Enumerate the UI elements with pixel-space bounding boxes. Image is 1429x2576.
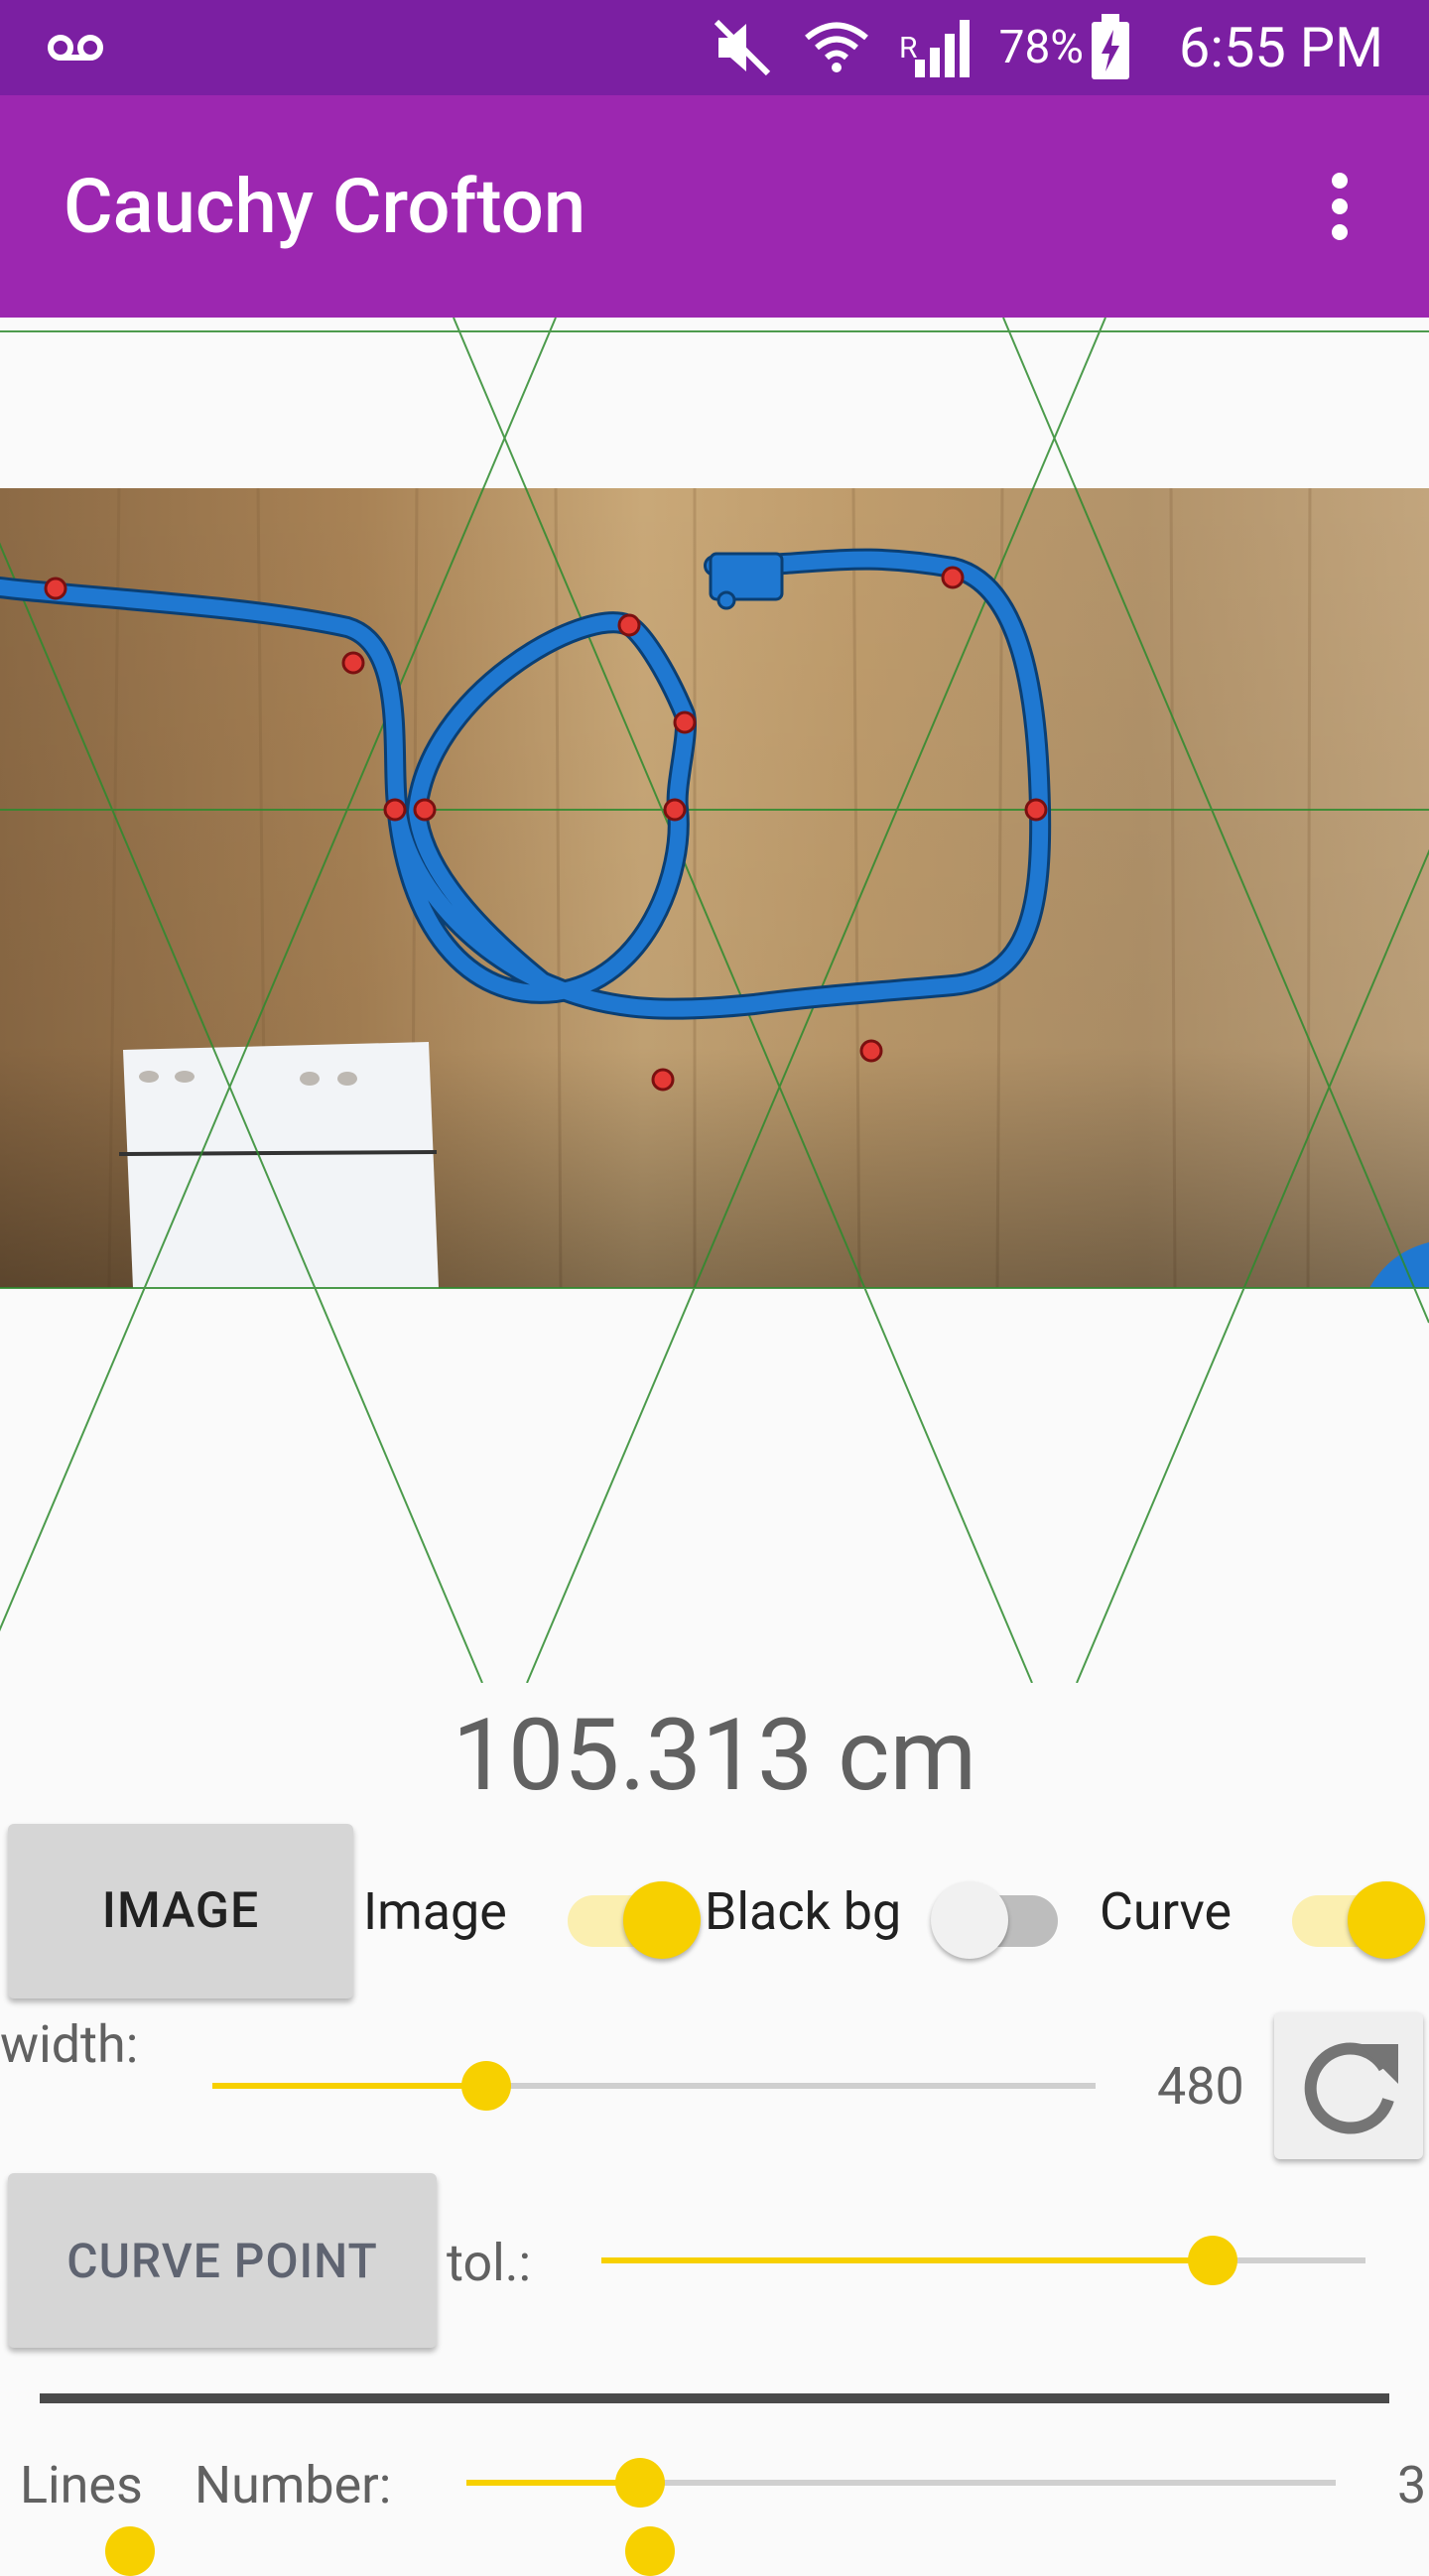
drawing-canvas[interactable] — [0, 318, 1429, 1683]
refresh-icon — [1304, 2042, 1398, 2134]
number-label: Number: — [195, 2455, 392, 2515]
tol-label: tol.: — [447, 2233, 532, 2293]
section-divider — [40, 2393, 1389, 2403]
image-switch[interactable] — [562, 1873, 701, 1959]
length-measurement: 105.313 cm — [452, 1698, 977, 1814]
signal-icon — [913, 0, 973, 95]
black-bg-label: Black bg — [705, 1881, 902, 1942]
clock: 6:55 PM — [1178, 15, 1383, 80]
width-label: width: — [0, 2014, 139, 2075]
lines-label: Lines — [20, 2455, 143, 2515]
refresh-button[interactable] — [1274, 2012, 1423, 2159]
width-slider[interactable] — [212, 2056, 1096, 2116]
lines-number-slider[interactable] — [466, 2453, 1336, 2512]
wifi-icon — [802, 0, 871, 95]
lines-number-value: 3 — [1397, 2455, 1427, 2515]
image-switch-label: Image — [363, 1881, 507, 1942]
tol-slider[interactable] — [601, 2231, 1365, 2290]
next-row-knob[interactable] — [625, 2526, 675, 2576]
status-bar: R 78% 6:55 PM — [0, 0, 1429, 95]
black-bg-switch[interactable] — [931, 1873, 1064, 1959]
battery-charging-icon — [1090, 0, 1131, 95]
image-button[interactable]: IMAGE — [8, 1824, 353, 1998]
curve-switch[interactable] — [1286, 1873, 1425, 1959]
battery-percent: 78% — [998, 21, 1084, 74]
curve-point-button[interactable]: CURVE POINT — [8, 2173, 437, 2348]
curve-switch-label: Curve — [1100, 1881, 1233, 1942]
mute-icon — [711, 0, 774, 95]
width-value: 480 — [1157, 2056, 1244, 2117]
app-title: Cauchy Crofton — [64, 162, 586, 251]
voicemail-icon — [46, 0, 105, 95]
overflow-menu-icon[interactable] — [1290, 157, 1389, 256]
traced-curve — [0, 548, 1052, 1092]
app-bar: Cauchy Crofton — [0, 95, 1429, 318]
next-row-knob[interactable] — [105, 2526, 155, 2576]
